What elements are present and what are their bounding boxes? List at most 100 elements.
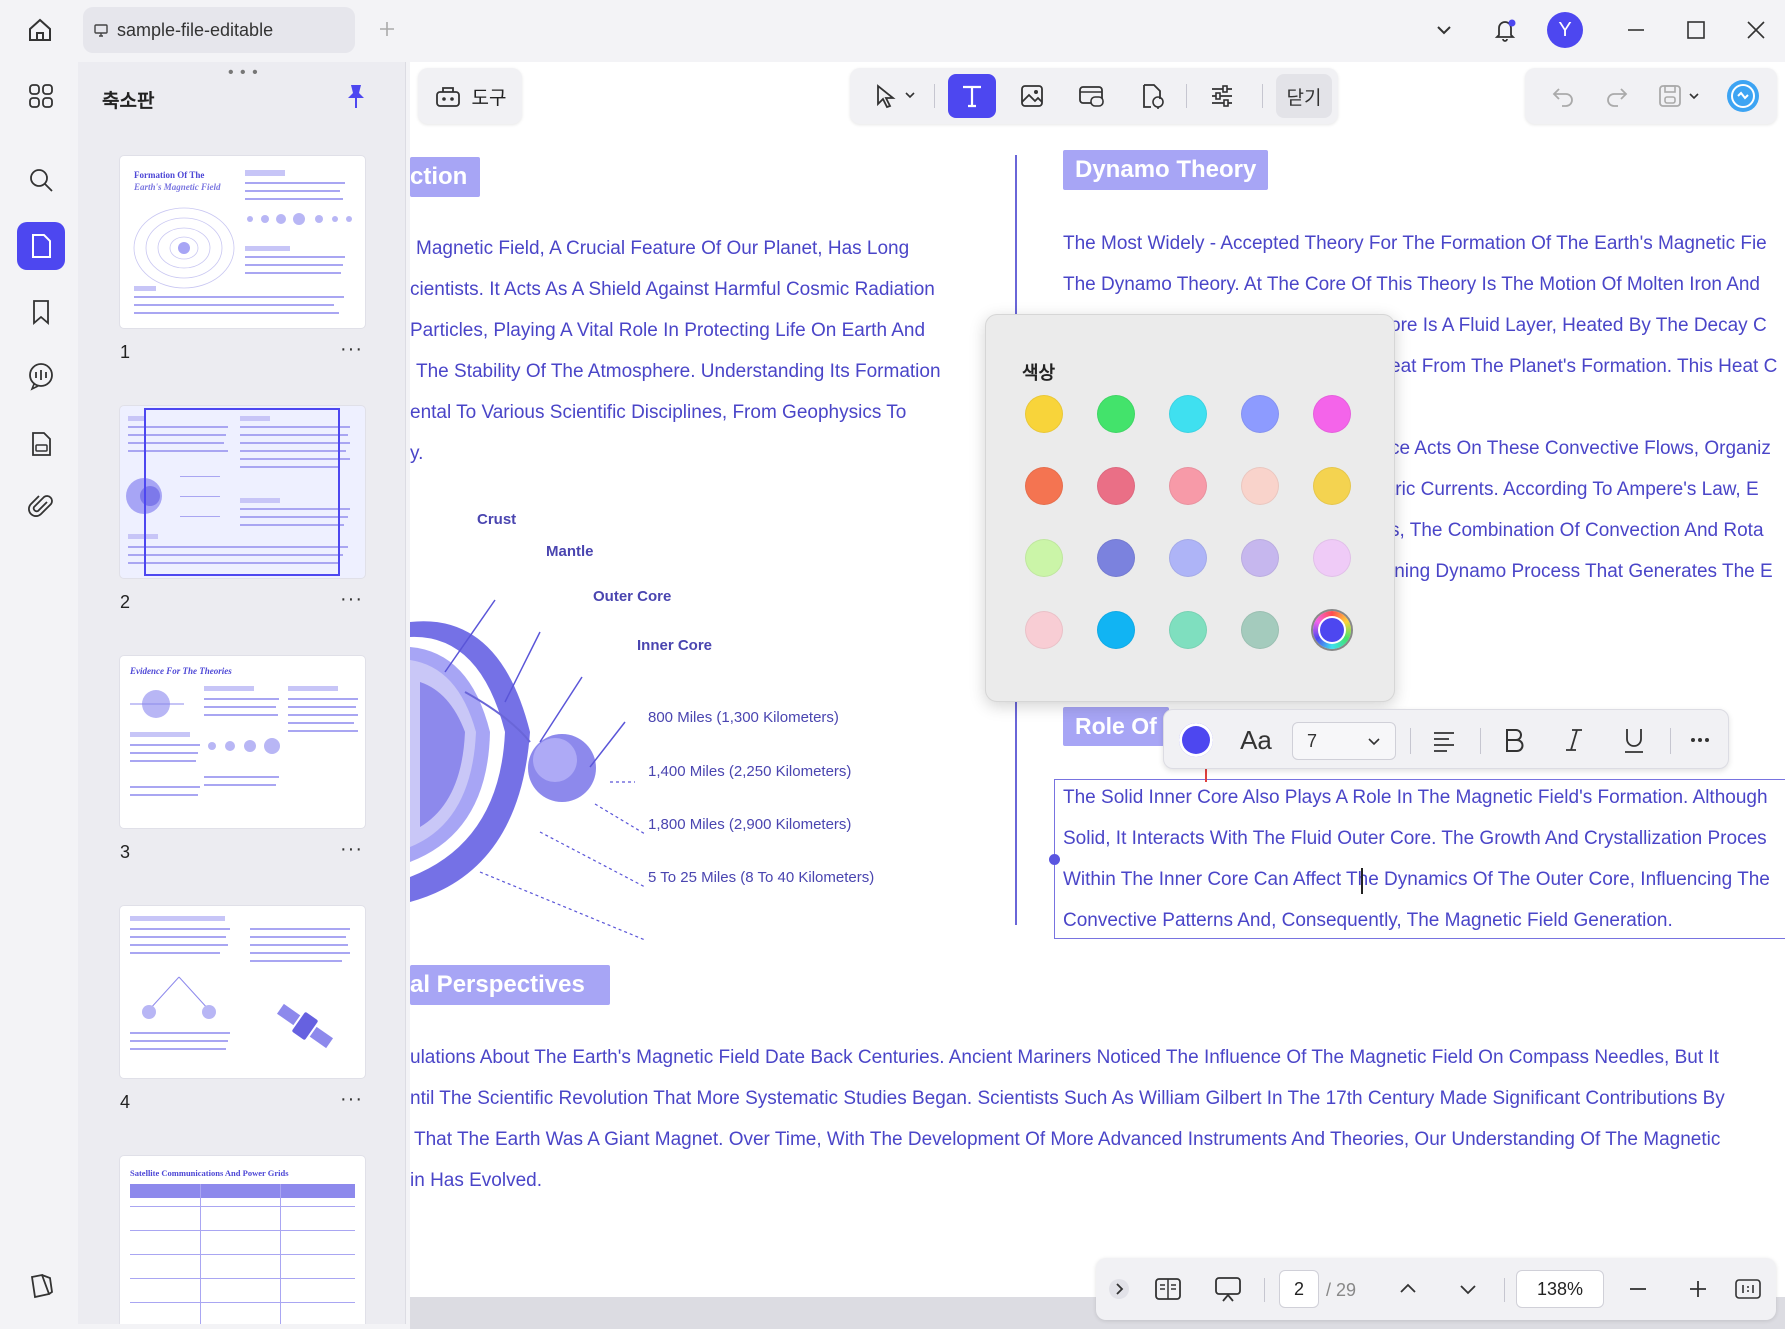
current-page-input[interactable]: 2 [1279, 1270, 1319, 1308]
avatar[interactable]: Y [1547, 12, 1583, 48]
select-tool-button[interactable] [864, 74, 924, 118]
color-swatch[interactable] [1097, 539, 1135, 577]
minimize-icon[interactable] [1616, 10, 1656, 50]
thumbnail-more-icon[interactable]: ··· [340, 838, 363, 861]
bold-icon[interactable] [1490, 718, 1538, 762]
search-icon[interactable] [17, 156, 65, 204]
color-swatch[interactable] [1097, 467, 1135, 505]
attachment-icon[interactable] [17, 482, 65, 530]
pin-icon[interactable] [344, 82, 368, 110]
redo-icon[interactable] [1597, 76, 1637, 116]
link-tool-icon[interactable] [1068, 74, 1116, 118]
historical-line[interactable]: ulations About The Earth's Magnetic Fiel… [410, 1047, 1719, 1069]
color-swatch[interactable] [1025, 467, 1063, 505]
intro-line[interactable]: Magnetic Field, A Crucial Feature Of Our… [416, 238, 909, 260]
text-tool-button[interactable] [948, 74, 996, 118]
font-family-button[interactable]: Aa [1230, 718, 1282, 762]
text-color-button[interactable] [1172, 718, 1220, 762]
resize-handle[interactable] [1049, 854, 1060, 865]
collapse-chevron-icon[interactable] [1104, 1268, 1134, 1310]
more-options-icon[interactable] [1678, 718, 1722, 762]
align-left-icon[interactable] [1420, 718, 1468, 762]
intro-line[interactable]: cientists. It Acts As A Shield Against H… [410, 279, 935, 301]
image-tool-icon[interactable] [1008, 74, 1056, 118]
color-swatch[interactable] [1169, 467, 1207, 505]
form-page-icon[interactable] [17, 420, 65, 468]
zoom-out-icon[interactable] [1616, 1268, 1660, 1310]
historical-line[interactable]: in Has Evolved. [410, 1170, 542, 1192]
color-swatch[interactable] [1097, 611, 1135, 649]
custom-color-swatch[interactable] [1313, 611, 1351, 649]
tools-button[interactable]: 도구 [418, 68, 522, 124]
dynamo-line[interactable]: The Most Widely - Accepted Theory For Th… [1063, 233, 1767, 255]
color-swatch[interactable] [1097, 395, 1135, 433]
thumbnail-page-4[interactable] [120, 906, 365, 1078]
font-size-select[interactable]: 7 [1292, 722, 1396, 760]
actual-size-icon[interactable] [1726, 1268, 1770, 1310]
color-swatch[interactable] [1025, 395, 1063, 433]
apps-grid-icon[interactable] [17, 72, 65, 120]
color-swatch[interactable] [1241, 539, 1279, 577]
drag-handle-icon[interactable]: • • • [228, 64, 259, 82]
intro-line[interactable]: y. [410, 443, 423, 465]
color-swatch[interactable] [1241, 611, 1279, 649]
comment-icon[interactable] [17, 352, 65, 400]
undo-icon[interactable] [1543, 76, 1583, 116]
intro-line[interactable]: Particles, Playing A Vital Role In Prote… [410, 320, 925, 342]
thumbnail-page-1[interactable]: Formation Of The Earth's Magnetic Field [120, 156, 365, 328]
ai-assistant-icon[interactable] [1723, 76, 1763, 116]
thumbnail-page-3[interactable]: Evidence For The Theories [120, 656, 365, 828]
selected-text-box[interactable] [1054, 779, 1785, 939]
thumbnail-more-icon[interactable]: ··· [340, 338, 363, 361]
role-heading[interactable]: Role Of [1063, 707, 1169, 746]
home-icon[interactable] [22, 12, 58, 48]
color-swatch[interactable] [1313, 539, 1351, 577]
historical-line[interactable]: ntil The Scientific Revolution That More… [410, 1088, 1725, 1110]
dynamo-line[interactable]: ore Is A Fluid Layer, Heated By The Deca… [1390, 315, 1767, 337]
zoom-level[interactable]: 138% [1516, 1270, 1604, 1308]
intro-heading[interactable]: ction [410, 157, 480, 197]
color-swatch[interactable] [1025, 539, 1063, 577]
close-edit-button[interactable]: 닫기 [1276, 74, 1332, 118]
add-tab-button[interactable] [372, 14, 402, 44]
underline-icon[interactable] [1610, 718, 1658, 762]
color-swatch[interactable] [1313, 395, 1351, 433]
dynamo-line[interactable]: ining Dynamo Process That Generates The … [1390, 561, 1773, 583]
thumbnail-page-5[interactable]: Satellite Communications And Power Grids [120, 1156, 365, 1324]
zoom-in-icon[interactable] [1676, 1268, 1720, 1310]
layers-icon[interactable] [17, 1262, 65, 1310]
dynamo-line[interactable]: tric Currents. According To Ampere's Law… [1390, 479, 1759, 501]
thumbnail-more-icon[interactable]: ··· [340, 588, 363, 611]
thumbnails-page-icon[interactable] [17, 222, 65, 270]
watermark-tool-icon[interactable] [1128, 74, 1176, 118]
dynamo-line[interactable]: ce Acts On These Convective Flows, Organ… [1390, 438, 1771, 460]
color-swatch[interactable] [1025, 611, 1063, 649]
maximize-icon[interactable] [1676, 10, 1716, 50]
intro-line[interactable]: ental To Various Scientific Disciplines,… [410, 402, 906, 424]
historical-line[interactable]: That The Earth Was A Giant Magnet. Over … [414, 1129, 1720, 1151]
thumbnail-more-icon[interactable]: ··· [340, 1088, 363, 1111]
document-tab[interactable]: sample-file-editable [83, 7, 355, 53]
save-icon[interactable] [1651, 76, 1711, 116]
bell-icon[interactable] [1485, 10, 1525, 50]
color-swatch[interactable] [1169, 539, 1207, 577]
color-swatch[interactable] [1241, 467, 1279, 505]
presentation-icon[interactable] [1206, 1268, 1250, 1310]
bookmark-icon[interactable] [17, 288, 65, 336]
dynamo-line[interactable]: s, The Combination Of Convection And Rot… [1390, 520, 1764, 542]
historical-heading[interactable]: al Perspectives [410, 965, 610, 1005]
previous-page-icon[interactable] [1386, 1268, 1430, 1310]
color-swatch[interactable] [1241, 395, 1279, 433]
italic-icon[interactable] [1550, 718, 1598, 762]
page-layout-icon[interactable] [1146, 1268, 1190, 1310]
dynamo-line[interactable]: The Dynamo Theory. At The Core Of This T… [1063, 274, 1760, 296]
color-swatch[interactable] [1169, 395, 1207, 433]
thumbnail-page-2[interactable] [120, 406, 365, 578]
dynamo-line[interactable]: eat From The Planet's Formation. This He… [1390, 356, 1777, 378]
dynamo-heading[interactable]: Dynamo Theory [1063, 150, 1269, 190]
intro-line[interactable]: The Stability Of The Atmosphere. Underst… [416, 361, 941, 383]
color-swatch[interactable] [1313, 467, 1351, 505]
settings-sliders-icon[interactable] [1198, 74, 1246, 118]
next-page-icon[interactable] [1446, 1268, 1490, 1310]
close-icon[interactable] [1736, 10, 1776, 50]
